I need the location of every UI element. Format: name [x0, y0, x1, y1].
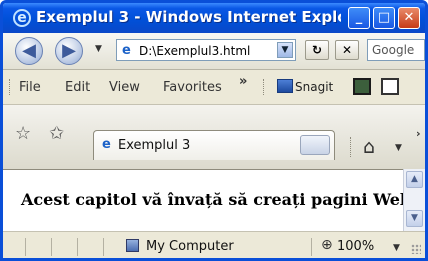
refresh-button[interactable]: ↻: [305, 40, 329, 60]
tab-bar: ☆ ✩ e Exemplul 3 ⌂ ▼ ›: [3, 105, 425, 169]
address-bar[interactable]: e D:\Exemplul3.html ▼: [116, 39, 296, 61]
maximize-button[interactable]: □: [373, 7, 395, 29]
status-divider: [25, 238, 26, 256]
home-dropdown-icon[interactable]: ▼: [395, 143, 402, 153]
home-icon[interactable]: ⌂: [363, 136, 375, 158]
zoom-dropdown-icon[interactable]: ▼: [393, 243, 400, 253]
status-bar: My Computer ⊕ 100% ▼: [3, 231, 425, 258]
minimize-button[interactable]: _: [348, 7, 370, 29]
computer-icon: [126, 239, 139, 252]
snagit-button[interactable]: Snagit: [295, 80, 333, 94]
navigation-bar: ◀ ▶ ▼ e D:\Exemplul3.html ▼ ↻ ✕ Google: [3, 33, 425, 70]
scroll-up-arrow-icon[interactable]: ▲: [406, 171, 423, 188]
menu-overflow-chevron[interactable]: »: [239, 74, 247, 89]
menu-bar: File Edit View Favorites » Snagit: [3, 70, 425, 105]
search-input[interactable]: Google: [367, 39, 425, 61]
back-button[interactable]: ◀: [15, 37, 43, 65]
zoom-icon[interactable]: ⊕: [321, 237, 333, 253]
vertical-scrollbar[interactable]: ▲ ▼: [403, 169, 425, 231]
status-divider: [103, 238, 104, 256]
stop-button[interactable]: ✕: [335, 40, 359, 60]
tab-overflow-chevron[interactable]: ›: [416, 127, 421, 140]
snagit-window-icon[interactable]: [381, 78, 399, 95]
status-divider: [77, 238, 78, 256]
recent-pages-dropdown-icon[interactable]: ▼: [95, 44, 102, 54]
scroll-down-arrow-icon[interactable]: ▼: [406, 210, 423, 227]
menu-favorites[interactable]: Favorites: [163, 80, 222, 95]
menu-view[interactable]: View: [109, 80, 140, 95]
page-heading: Acest capitol vă învață să creați pagini…: [21, 190, 412, 209]
ie-logo-icon: e: [13, 9, 31, 27]
zoom-level[interactable]: 100%: [337, 239, 374, 254]
close-button[interactable]: ✕: [398, 7, 420, 29]
resize-grip-icon[interactable]: [411, 244, 421, 254]
new-tab-button[interactable]: [300, 135, 330, 155]
browser-window: e Exemplul 3 - Windows Internet Explo...…: [0, 0, 428, 261]
tab-label: Exemplul 3: [118, 138, 191, 153]
toolbar-grip[interactable]: [9, 79, 12, 95]
add-favorites-icon[interactable]: ✩: [49, 123, 64, 144]
title-bar: e Exemplul 3 - Windows Internet Explo...…: [3, 3, 425, 33]
address-input[interactable]: D:\Exemplul3.html: [139, 44, 250, 58]
menu-edit[interactable]: Edit: [65, 80, 90, 95]
snagit-capture-icon[interactable]: [353, 78, 371, 95]
menu-file[interactable]: File: [19, 80, 41, 95]
status-divider: [51, 238, 52, 256]
address-dropdown-icon[interactable]: ▼: [277, 42, 293, 58]
snagit-icon[interactable]: [277, 79, 293, 93]
status-divider: [311, 238, 312, 256]
page-content: Acest capitol vă învață să creați pagini…: [3, 169, 411, 232]
window-title: Exemplul 3 - Windows Internet Explo...: [36, 8, 341, 26]
toolbar-separator: [350, 137, 353, 157]
security-zone[interactable]: My Computer: [146, 239, 234, 254]
tab-exemplul-3[interactable]: e Exemplul 3: [93, 130, 335, 160]
ie-page-icon: e: [102, 137, 111, 152]
toolbar-grip[interactable]: [263, 79, 266, 95]
page-icon: e: [122, 43, 131, 58]
favorites-star-icon[interactable]: ☆: [15, 123, 31, 144]
forward-button[interactable]: ▶: [55, 37, 83, 65]
